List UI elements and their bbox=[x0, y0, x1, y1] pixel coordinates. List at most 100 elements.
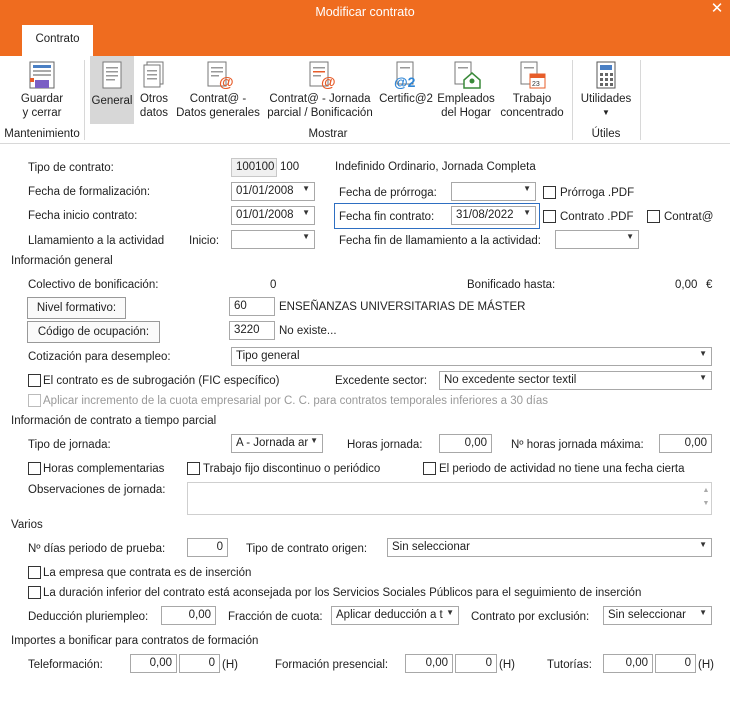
observaciones-textarea[interactable] bbox=[187, 482, 712, 515]
euro-symbol: € bbox=[706, 279, 713, 291]
colectivo-label: Colectivo de bonificación: bbox=[28, 279, 159, 291]
tipo-contrato-label: Tipo de contrato: bbox=[28, 162, 114, 174]
documents-icon bbox=[143, 61, 164, 88]
fecha-fin-llamamiento-field[interactable]: ▼ bbox=[555, 230, 639, 249]
svg-text:@: @ bbox=[321, 74, 336, 90]
presencial-field[interactable]: 0,00 bbox=[405, 654, 453, 673]
contrata-gen-label-1: Contrat@ - bbox=[189, 93, 247, 105]
tutorias-h: (H) bbox=[698, 659, 714, 671]
horas-maxima-field[interactable]: 0,00 bbox=[659, 434, 712, 453]
incremento-checkbox[interactable] bbox=[28, 394, 41, 407]
scroll-arrows-icon[interactable]: ▲ ▼ bbox=[701, 484, 711, 510]
contrato-pdf-checkbox[interactable] bbox=[543, 210, 556, 223]
exclusion-value: Sin seleccionar bbox=[608, 609, 686, 621]
document-at-icon: @ bbox=[309, 61, 336, 90]
general-button[interactable]: General bbox=[90, 56, 134, 124]
incremento-label: Aplicar incremento de la cuota empresari… bbox=[43, 395, 548, 407]
section-formacion: Importes a bonificar para contratos de f… bbox=[11, 635, 259, 647]
fecha-inicio-field[interactable]: 01/01/2008 ▼ bbox=[231, 206, 315, 225]
teleformacion-h: (H) bbox=[222, 659, 238, 671]
excedente-value: No excedente sector textil bbox=[444, 374, 577, 386]
excedente-label: Excedente sector: bbox=[335, 375, 428, 387]
contrato-origen-select[interactable]: Sin seleccionar ▼ bbox=[387, 538, 712, 557]
ribbon-separator bbox=[640, 60, 641, 140]
chevron-down-icon: ▼ bbox=[446, 608, 454, 617]
document-at-icon: @ bbox=[207, 61, 234, 90]
subrogacion-checkbox[interactable] bbox=[28, 374, 41, 387]
otros-label-1: Otros bbox=[139, 93, 169, 105]
nivel-formativo-code[interactable]: 60 bbox=[229, 297, 275, 316]
llamamiento-inicio-field[interactable]: ▼ bbox=[231, 230, 315, 249]
colectivo-value: 0 bbox=[270, 279, 277, 291]
nivel-formativo-button[interactable]: Nivel formativo: bbox=[27, 297, 126, 319]
tutorias-hours[interactable]: 0 bbox=[655, 654, 696, 673]
periodo-actividad-checkbox[interactable] bbox=[423, 462, 436, 475]
chevron-down-icon: ▼ bbox=[699, 373, 707, 382]
observaciones-label: Observaciones de jornada: bbox=[28, 484, 166, 496]
save-label-1: Guardar bbox=[20, 93, 64, 105]
certifica-button[interactable]: @2 Certific@2 bbox=[376, 60, 436, 124]
section-informacion-general: Información general bbox=[11, 255, 113, 267]
contrata-checkbox-label: Contrat@ bbox=[664, 211, 714, 223]
general-label: General bbox=[91, 95, 133, 107]
fecha-prorroga-label: Fecha de prórroga: bbox=[339, 187, 437, 199]
exclusion-select[interactable]: Sin seleccionar ▼ bbox=[603, 606, 712, 625]
horas-jornada-field[interactable]: 0,00 bbox=[439, 434, 492, 453]
section-tiempo-parcial: Información de contrato a tiempo parcial bbox=[11, 415, 217, 427]
fecha-inicio-value: 01/01/2008 bbox=[236, 209, 294, 221]
bonificado-value: 0,00 bbox=[675, 279, 698, 291]
deduccion-field[interactable]: 0,00 bbox=[161, 606, 216, 625]
cotizacion-select[interactable]: Tipo general ▼ bbox=[231, 347, 712, 366]
presencial-hours[interactable]: 0 bbox=[455, 654, 497, 673]
save-icon bbox=[29, 61, 55, 89]
teleformacion-field[interactable]: 0,00 bbox=[130, 654, 177, 673]
horas-complementarias-checkbox[interactable] bbox=[28, 462, 41, 475]
tutorias-label: Tutorías: bbox=[547, 659, 592, 671]
window-title: Modificar contrato bbox=[315, 5, 415, 19]
fecha-fin-field[interactable]: 31/08/2022 ▼ bbox=[451, 206, 536, 225]
nivel-formativo-desc: ENSEÑANZAS UNIVERSITARIAS DE MÁSTER bbox=[279, 301, 526, 313]
contrata-datos-generales-button[interactable]: @ Contrat@ - Datos generales bbox=[174, 60, 262, 124]
chevron-down-icon: ▼ bbox=[699, 540, 707, 549]
fecha-fin-label: Fecha fin contrato: bbox=[339, 211, 435, 223]
fecha-formalizacion-value: 01/01/2008 bbox=[236, 185, 294, 197]
fecha-formalizacion-label: Fecha de formalización: bbox=[28, 186, 151, 198]
close-icon[interactable]: ✕ bbox=[704, 0, 730, 18]
presencial-label: Formación presencial: bbox=[275, 659, 389, 671]
tutorias-field[interactable]: 0,00 bbox=[603, 654, 653, 673]
excedente-select[interactable]: No excedente sector textil ▼ bbox=[439, 371, 712, 390]
llamamiento-label: Llamamiento a la actividad bbox=[28, 235, 165, 247]
group-utiles: Útiles bbox=[591, 128, 621, 140]
trabajo-fijo-checkbox[interactable] bbox=[187, 462, 200, 475]
save-close-button[interactable]: Guardar y cerrar bbox=[14, 60, 70, 124]
empleados-hogar-button[interactable]: Empleados del Hogar bbox=[436, 60, 496, 124]
dias-prueba-field[interactable]: 0 bbox=[187, 538, 228, 557]
tipo-jornada-select[interactable]: A - Jornada ar ▼ bbox=[231, 434, 323, 453]
chevron-down-icon: ▼ bbox=[602, 108, 610, 117]
tab-contrato[interactable]: Contrato bbox=[22, 25, 93, 56]
certifica-label: Certific@2 bbox=[379, 93, 433, 105]
codigo-ocupacion-code[interactable]: 3220 bbox=[229, 321, 275, 340]
section-varios: Varios bbox=[11, 519, 43, 531]
insercion-checkbox[interactable] bbox=[28, 566, 41, 579]
insercion-label: La empresa que contrata es de inserción bbox=[43, 567, 252, 579]
contrata-jornada-parcial-button[interactable]: @ Contrat@ - Jornada parcial / Bonificac… bbox=[264, 60, 376, 124]
teleformacion-hours[interactable]: 0 bbox=[179, 654, 220, 673]
trabajo-concentrado-button[interactable]: 23 Trabajo concentrado bbox=[496, 60, 568, 124]
chevron-down-icon: ▼ bbox=[626, 232, 634, 241]
svg-text:@2: @2 bbox=[394, 74, 416, 90]
utilidades-button[interactable]: Utilidades ▼ bbox=[576, 60, 636, 124]
fecha-prorroga-field[interactable]: ▼ bbox=[451, 182, 536, 201]
house-icon bbox=[454, 61, 481, 89]
duracion-checkbox[interactable] bbox=[28, 586, 41, 599]
codigo-ocupacion-button[interactable]: Código de ocupación: bbox=[27, 321, 160, 343]
fecha-formalizacion-field[interactable]: 01/01/2008 ▼ bbox=[231, 182, 315, 201]
deduccion-label: Deducción pluriempleo: bbox=[28, 611, 149, 623]
fraccion-select[interactable]: Aplicar deducción a t ▼ bbox=[331, 606, 459, 625]
contrata-checkbox[interactable] bbox=[647, 210, 660, 223]
cotizacion-value: Tipo general bbox=[236, 350, 300, 362]
group-mostrar: Mostrar bbox=[308, 128, 348, 140]
otros-datos-button[interactable]: Otros datos bbox=[136, 60, 172, 124]
prorroga-pdf-checkbox[interactable] bbox=[543, 186, 556, 199]
chevron-down-icon: ▼ bbox=[523, 184, 531, 193]
